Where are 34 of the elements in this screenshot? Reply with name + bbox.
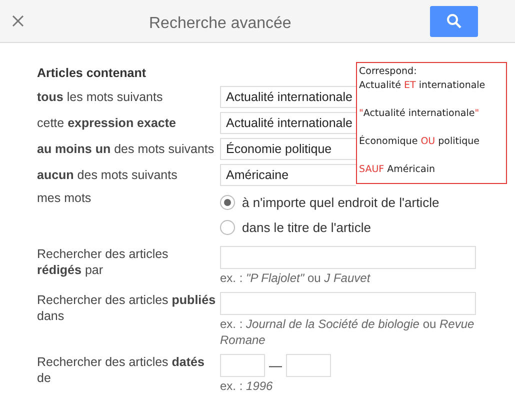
window-title: Recherche avancée [149,14,292,34]
annotation-line: SAUF Américain [359,163,436,177]
example-hint: ex. : 1996 [220,378,274,394]
radio-button[interactable] [220,195,235,210]
input-field[interactable] [220,246,476,269]
example-hint: ex. : Journal de la Société de biologie ou Revue Romane [220,316,476,348]
input-field[interactable] [286,354,331,377]
annotation-line: "Actualité internationale" [359,107,480,121]
annotation-line: Actualité ET internationale [359,79,486,93]
field-label: tous les mots suivants [37,89,164,105]
search-button[interactable] [430,6,478,36]
field-label: aucun des mots suivants [37,167,178,183]
field-label: mes mots [37,190,92,207]
annotation-heading: Correspond: [359,65,418,79]
radio-label: dans le titre de l'article [242,218,371,237]
radio-button[interactable] [220,220,235,235]
field-label: Rechercher des articles datés de [37,354,206,387]
example-hint: ex. : "P Flajolet" ou J Fauvet [220,270,372,286]
radio-label: à n'importe quel endroit de l'article [242,194,440,212]
input-field[interactable]: Actualité internationale [220,112,356,134]
search-icon [446,13,462,29]
section-title: Articles contenant [37,65,146,81]
field-label: Rechercher des articles publiés dans [37,292,217,325]
input-field[interactable]: Américaine [220,164,356,186]
input-field[interactable]: Économie politique [220,138,356,160]
field-label: Rechercher des articles rédigés par [37,246,170,279]
close-icon[interactable] [10,13,26,29]
field-label: cette expression exacte [37,115,177,131]
input-field[interactable]: Actualité internationale [220,86,356,108]
input-field[interactable] [220,292,476,315]
input-field[interactable] [220,354,265,377]
field-label: au moins un des mots suivants [37,141,216,157]
range-dash: — [269,356,282,375]
annotation-line: Économique OU politique [359,135,481,149]
